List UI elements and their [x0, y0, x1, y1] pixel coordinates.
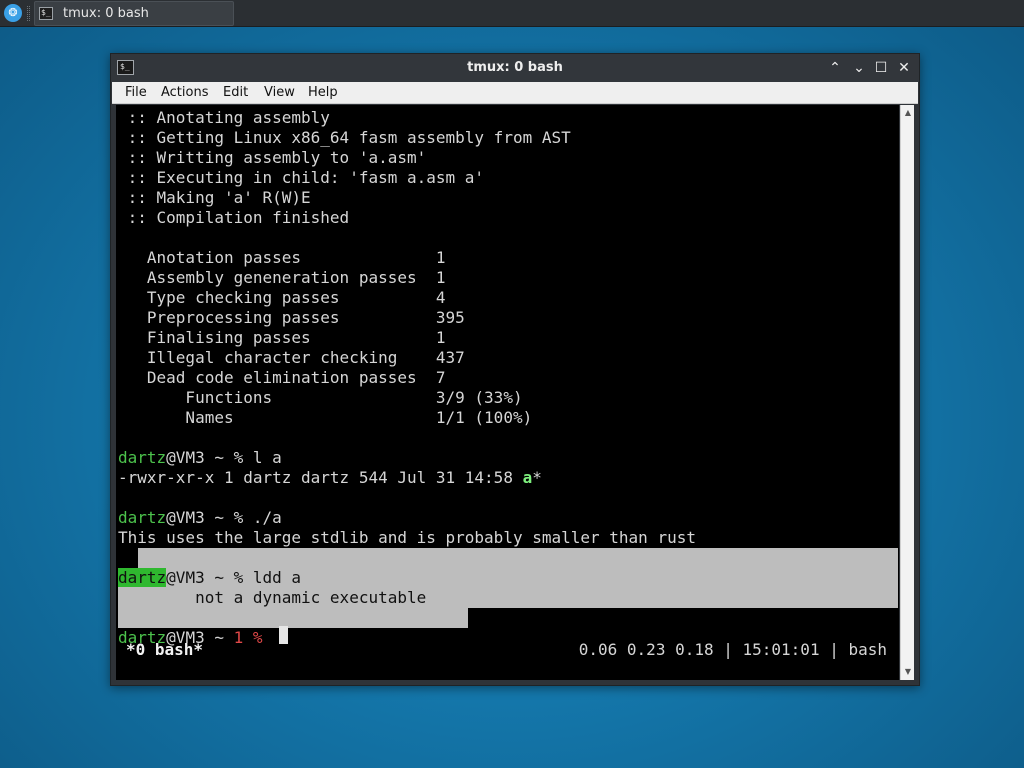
text-cursor	[279, 626, 288, 644]
terminal-area[interactable]: :: Anotating assembly :: Getting Linux x…	[116, 105, 899, 680]
output-line: This uses the large stdlib and is probab…	[118, 528, 696, 547]
selection-highlight	[138, 548, 898, 568]
taskbar-item-label: tmux: 0 bash	[63, 6, 149, 21]
prompt-symbol: %	[243, 628, 263, 647]
tmux-window-list[interactable]: *0 bash*	[126, 640, 203, 660]
taskbar-item-tmux[interactable]: $_ tmux: 0 bash	[34, 1, 234, 26]
tmux-status-right: 0.06 0.23 0.18 | 15:01:01 | bash	[578, 640, 887, 659]
output-line: Type checking passes 4	[118, 288, 446, 307]
output-line: Finalising passes 1	[118, 328, 446, 347]
prompt-line: dartz@VM3 ~ % l a	[118, 448, 282, 468]
prompt-user: dartz	[118, 508, 167, 527]
output-line: Names 1/1 (100%)	[118, 408, 533, 427]
prompt-command: ldd a	[252, 568, 302, 587]
prompt-user: dartz	[118, 448, 167, 467]
ls-suffix: *	[532, 468, 542, 487]
output-line: Preprocessing passes 395	[118, 308, 465, 327]
output-line: :: Executing in child: 'fasm a.asm a'	[118, 168, 485, 187]
output-line: :: Anotating assembly	[118, 108, 330, 127]
prompt-line: dartz@VM3 ~ % ./a	[118, 508, 282, 528]
output-line: Dead code elimination passes 7	[118, 368, 446, 387]
prompt-host: @VM3 ~ %	[166, 568, 253, 587]
terminal-window: $_ tmux: 0 bash ⌃ ⌄ ☐ ✕ File Actions Edi…	[110, 53, 920, 686]
output-line: Anotation passes 1	[118, 248, 446, 267]
output-line: :: Compilation finished	[118, 208, 350, 227]
menu-view[interactable]: View	[264, 84, 295, 102]
panel-separator	[27, 6, 30, 21]
window-titlebar[interactable]: $_ tmux: 0 bash ⌃ ⌄ ☐ ✕	[111, 54, 919, 82]
output-line: not a dynamic executable	[118, 588, 427, 607]
output-line: :: Making 'a' R(W)E	[118, 188, 311, 207]
scroll-up-icon[interactable]: ▲	[902, 107, 914, 119]
ls-filename: a	[522, 468, 533, 487]
prompt-command: l a	[252, 448, 282, 467]
menu-file[interactable]: File	[125, 84, 147, 102]
menu-bar: File Actions Edit View Help	[112, 82, 918, 104]
window-title: tmux: 0 bash	[467, 60, 563, 75]
menu-help[interactable]: Help	[308, 84, 338, 102]
shade-button[interactable]: ⌃	[825, 58, 845, 78]
prompt-command: ./a	[252, 508, 282, 527]
minimize-button[interactable]: ⌄	[849, 58, 869, 78]
close-button[interactable]: ✕	[894, 58, 914, 78]
prompt-host: @VM3 ~ %	[166, 508, 253, 527]
maximize-button[interactable]: ☐	[871, 58, 891, 78]
ls-attributes: -rwxr-xr-x 1 dartz dartz 544 Jul 31 14:5…	[118, 468, 523, 487]
prompt-line: dartz@VM3 ~ % ldd a	[118, 568, 301, 588]
output-line: Functions 3/9 (33%)	[118, 388, 523, 407]
prompt-host: @VM3 ~ %	[166, 448, 253, 467]
vertical-scrollbar[interactable]: ▲ ▼	[900, 105, 914, 680]
ls-output-line: -rwxr-xr-x 1 dartz dartz 544 Jul 31 14:5…	[118, 468, 542, 488]
selection-highlight	[118, 608, 468, 628]
scroll-down-icon[interactable]: ▼	[902, 666, 914, 678]
menu-edit[interactable]: Edit	[223, 84, 248, 102]
terminal-icon: $_	[39, 7, 53, 20]
output-line: Illegal character checking 437	[118, 348, 465, 367]
prompt-user: dartz	[118, 568, 167, 587]
exit-code: 1	[233, 628, 244, 647]
output-line: Assembly geneneration passes 1	[118, 268, 446, 287]
top-panel: ❂ $_ tmux: 0 bash	[0, 0, 1024, 27]
output-line: :: Writting assembly to 'a.asm'	[118, 148, 427, 167]
output-line: :: Getting Linux x86_64 fasm assembly fr…	[118, 128, 571, 147]
app-launcher-icon[interactable]: ❂	[4, 4, 22, 22]
menu-actions[interactable]: Actions	[161, 84, 209, 102]
